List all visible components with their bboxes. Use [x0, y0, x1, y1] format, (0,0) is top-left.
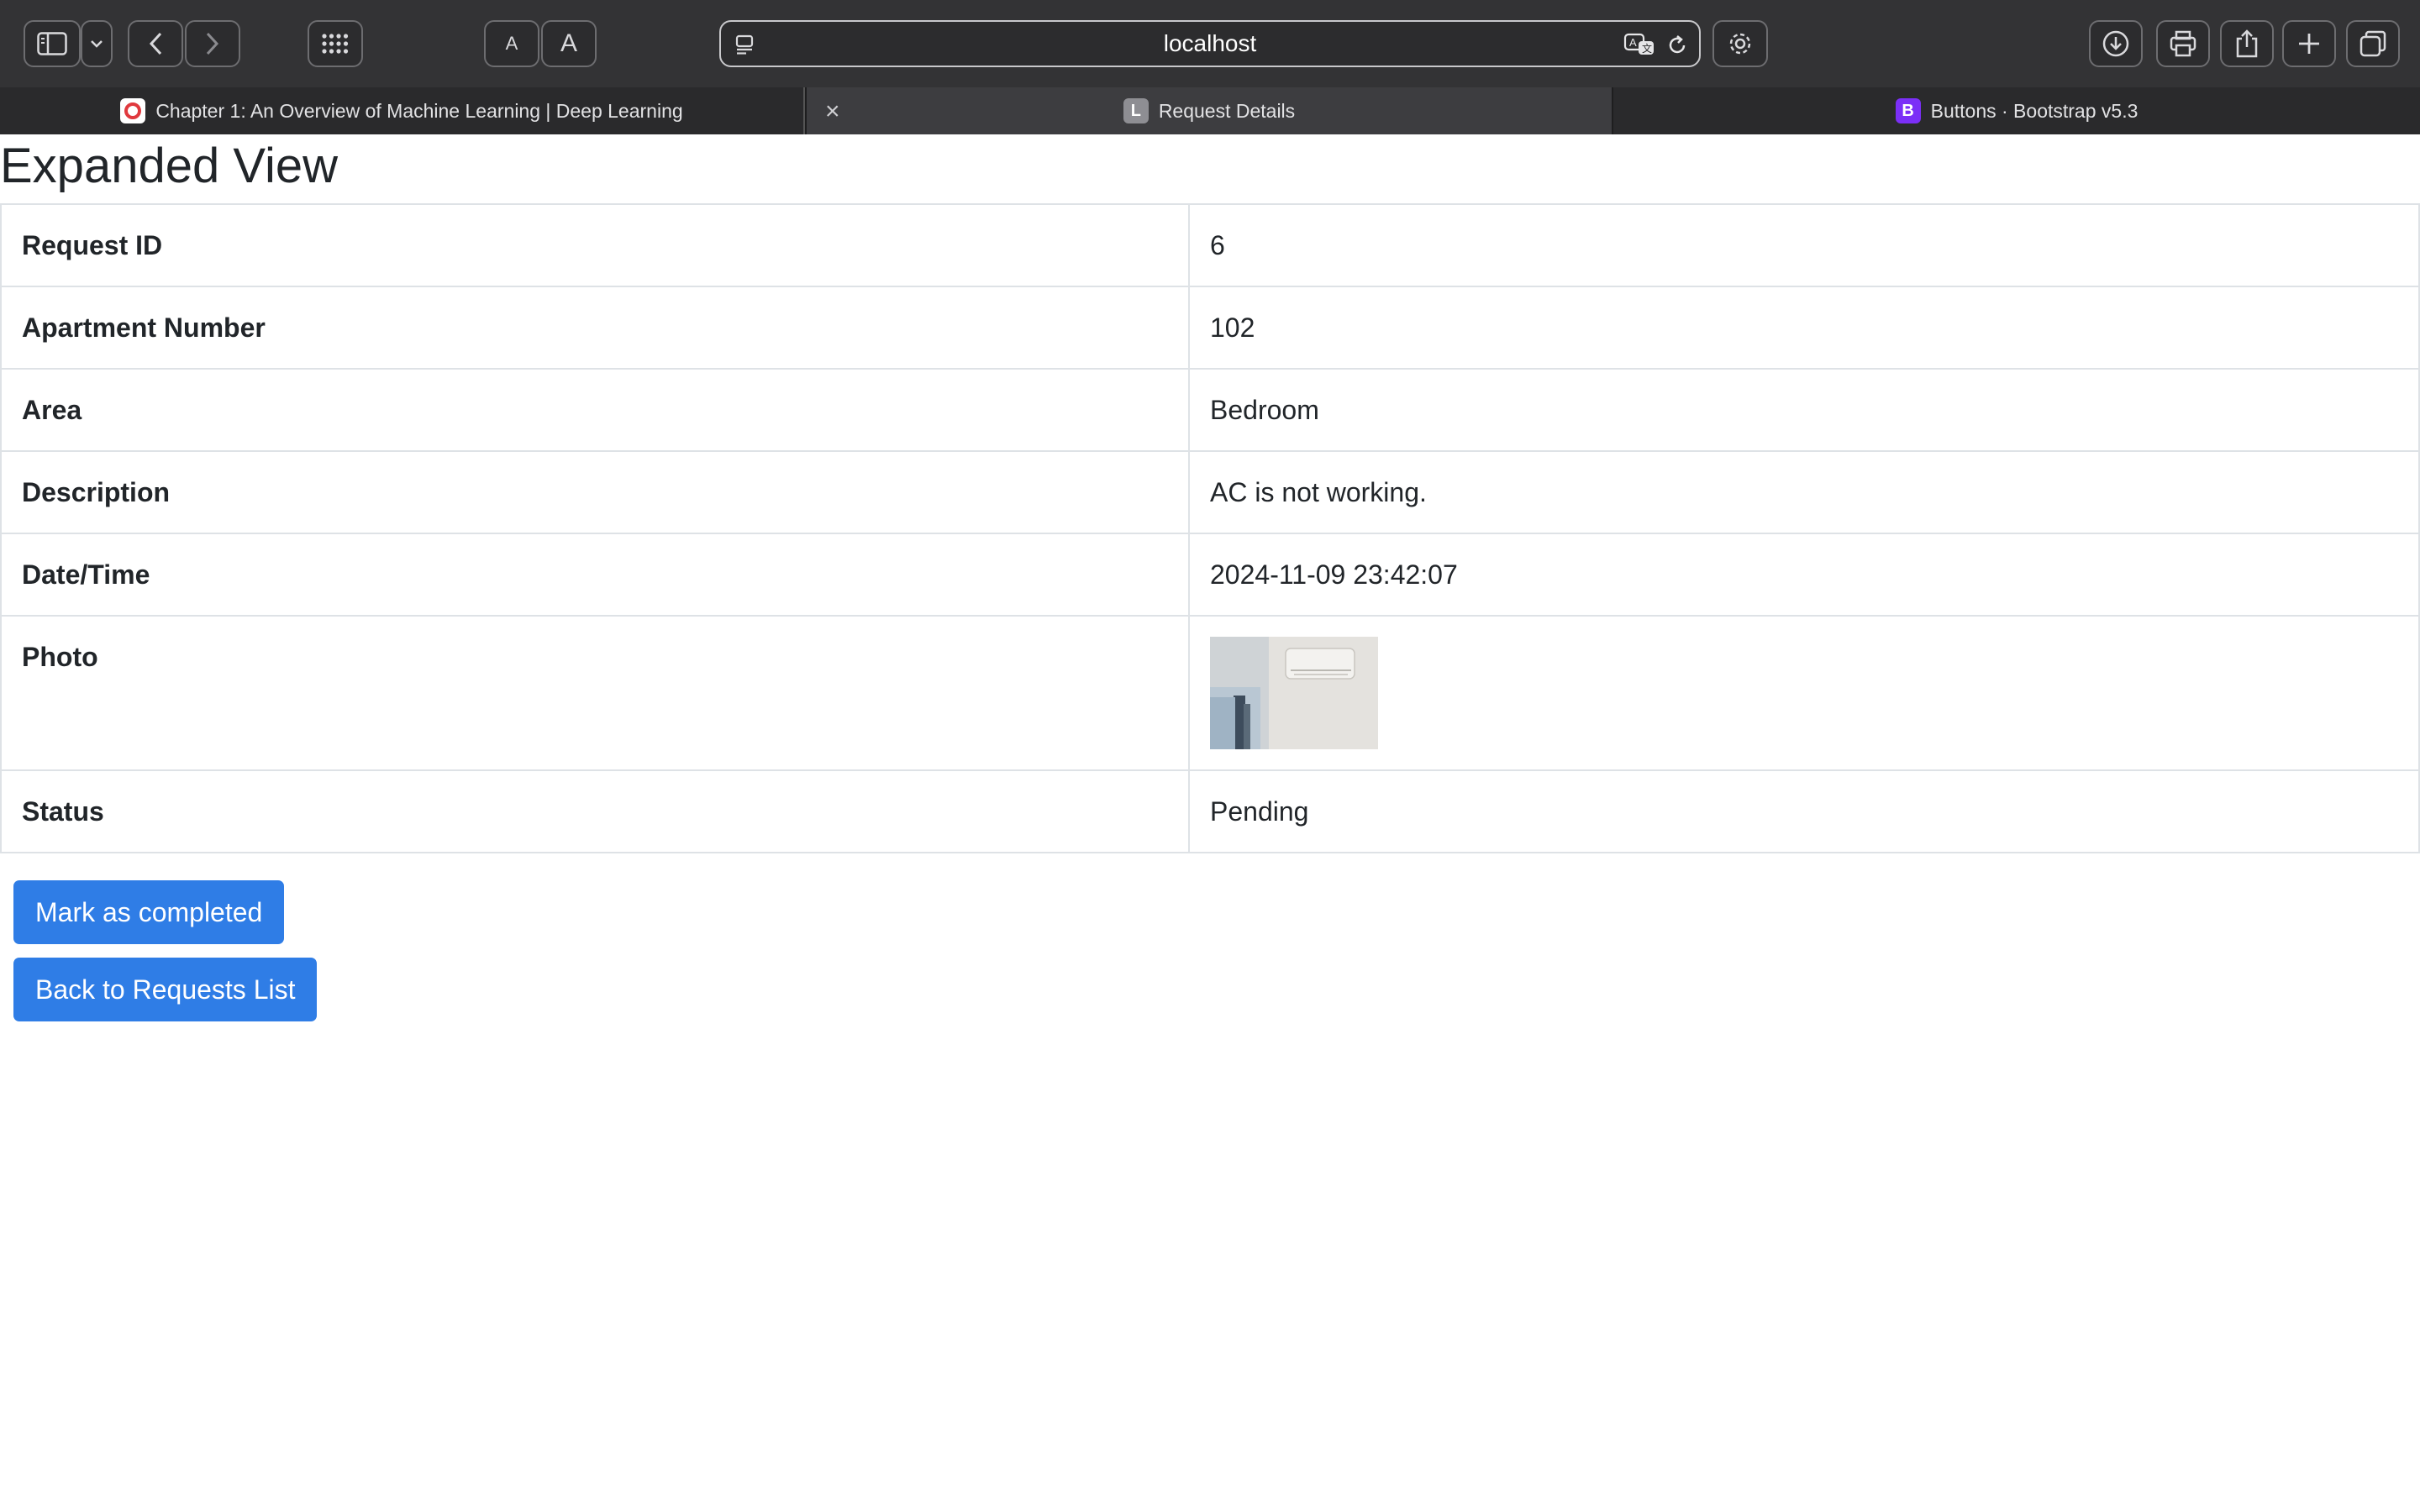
tab-ml-chapter[interactable]: Chapter 1: An Overview of Machine Learni… [0, 87, 805, 134]
tab-overview-button[interactable] [308, 20, 363, 67]
status-value: Pending [1188, 769, 2420, 853]
translate-icon[interactable]: A文 [1623, 32, 1657, 61]
favicon-letter: B [1902, 101, 1914, 120]
svg-text:文: 文 [1642, 42, 1652, 55]
field-value: AC is not working. [1188, 450, 2420, 534]
url-text: localhost [1163, 30, 1257, 56]
text-larger-label: A [560, 29, 577, 57]
mark-completed-button[interactable]: Mark as completed [13, 880, 285, 944]
text-smaller-button[interactable]: A [484, 20, 539, 67]
field-value: 102 [1188, 286, 2420, 370]
sidebar-toggle-button[interactable] [24, 20, 81, 67]
svg-text:A: A [1629, 36, 1637, 49]
grid-icon [321, 32, 350, 55]
show-tabs-button[interactable] [2346, 20, 2400, 67]
tab-label: Buttons · Bootstrap v5.3 [1930, 99, 2139, 122]
tab-label: Chapter 1: An Overview of Machine Learni… [155, 99, 683, 122]
page-title: Expanded View [0, 139, 339, 193]
downloads-button[interactable] [2089, 20, 2143, 67]
chevron-right-icon [205, 31, 220, 56]
forward-nav-button[interactable] [185, 20, 240, 67]
address-bar[interactable]: localhost A文 [719, 20, 1701, 67]
tab-request-details[interactable]: × L Request Details [807, 87, 1612, 134]
field-label: Area [0, 368, 1190, 452]
field-value: 6 [1188, 203, 2420, 287]
tab-bootstrap-buttons[interactable]: B Buttons · Bootstrap v5.3 [1613, 87, 2420, 134]
table-row: Description AC is not working. [0, 450, 2420, 534]
request-photo[interactable] [1210, 637, 1378, 749]
share-icon [2234, 29, 2260, 59]
new-tab-button[interactable] [2282, 20, 2336, 67]
field-label: Request ID [0, 203, 1190, 287]
letter-l-favicon-icon: L [1123, 98, 1149, 123]
text-larger-button[interactable]: A [541, 20, 597, 67]
back-nav-button[interactable] [128, 20, 183, 67]
field-label: Date/Time [0, 533, 1190, 617]
reload-icon[interactable] [1665, 34, 1689, 61]
print-button[interactable] [2156, 20, 2210, 67]
chevron-down-icon [90, 39, 103, 48]
field-label: Photo [0, 615, 1190, 771]
bootstrap-favicon-icon: B [1895, 98, 1921, 123]
printer-icon [2168, 29, 2198, 58]
tab-bar: Chapter 1: An Overview of Machine Learni… [0, 87, 2420, 134]
table-row: Area Bedroom [0, 368, 2420, 452]
close-tab-icon[interactable]: × [825, 97, 840, 126]
gear-icon [1726, 29, 1754, 58]
plus-icon [2296, 31, 2322, 56]
text-smaller-label: A [505, 33, 518, 54]
sidebar-icon [37, 32, 67, 55]
field-label: Status [0, 769, 1190, 853]
tab-label: Request Details [1158, 99, 1296, 122]
field-value: 2024-11-09 23:42:07 [1188, 533, 2420, 617]
field-value [1188, 615, 2420, 771]
browser-toolbar: A A localhost A文 [0, 0, 2420, 87]
field-label: Apartment Number [0, 286, 1190, 370]
extensions-settings-button[interactable] [1712, 20, 1768, 67]
table-row: Date/Time 2024-11-09 23:42:07 [0, 533, 2420, 617]
field-value: Bedroom [1188, 368, 2420, 452]
table-row: Photo [0, 615, 2420, 771]
share-button[interactable] [2220, 20, 2274, 67]
request-details-table: Request ID 6 Apartment Number 102 Area B… [0, 203, 2420, 853]
oreilly-favicon-icon [120, 98, 146, 123]
back-to-requests-button[interactable]: Back to Requests List [13, 958, 318, 1021]
sidebar-menu-button[interactable] [81, 20, 113, 67]
download-icon [2102, 29, 2130, 58]
chevron-left-icon [148, 31, 163, 56]
table-row: Apartment Number 102 [0, 286, 2420, 370]
table-row: Status Pending [0, 769, 2420, 853]
tabs-overview-icon [2359, 29, 2387, 58]
field-label: Description [0, 450, 1190, 534]
table-row: Request ID 6 [0, 203, 2420, 287]
favicon-letter: L [1130, 101, 1141, 120]
